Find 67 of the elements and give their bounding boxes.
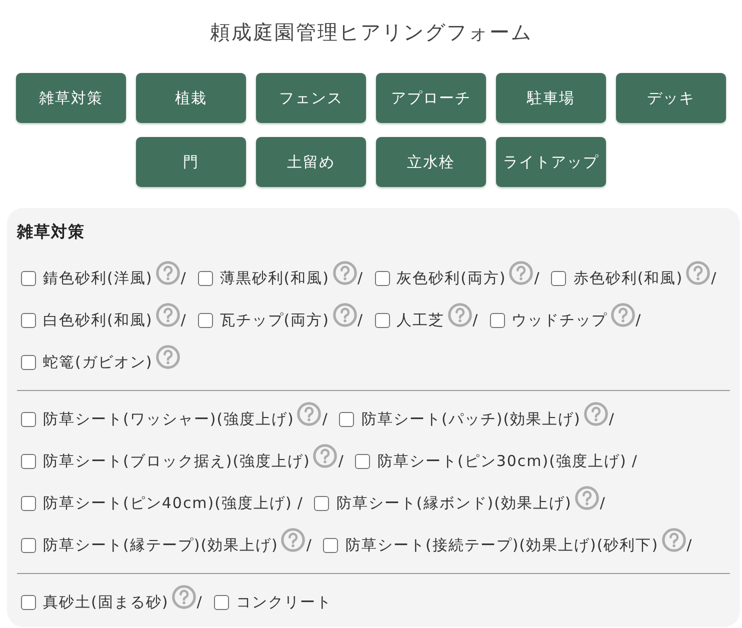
option-label: 防草シート(ワッシャー)(強度上げ) [43, 410, 294, 428]
category-button[interactable]: ライトアップ [496, 137, 606, 187]
option-label: 人工芝 [396, 310, 445, 330]
category-button[interactable]: 立水栓 [376, 137, 486, 187]
category-button[interactable]: 土留め [256, 137, 366, 187]
checkbox[interactable] [21, 496, 36, 510]
option-label: 防草シート(ピン30cm)(強度上げ) [377, 452, 627, 470]
slash-separator: / [180, 311, 186, 329]
checkbox[interactable] [198, 312, 213, 328]
option-label: 真砂土(固まる砂) [43, 592, 169, 612]
slash-separator: / [534, 269, 540, 287]
slash-separator: / [600, 494, 605, 512]
checkbox[interactable] [551, 270, 566, 286]
option-label: 防草シート(縁ボンド)(効果上げ) [336, 494, 572, 512]
slash-separator: / [180, 269, 186, 287]
category-button[interactable]: 植栽 [136, 73, 246, 123]
slash-separator: / [196, 593, 202, 611]
slash-separator: / [636, 311, 641, 329]
page-title: 頼成庭園管理ヒアリングフォーム [208, 19, 534, 46]
slash-separator: / [711, 269, 716, 287]
option-label: 灰色砂利(両方) [396, 268, 506, 288]
checkbox[interactable] [490, 312, 505, 328]
option-label: 白色砂利(和風) [43, 310, 153, 330]
checkbox[interactable] [339, 412, 354, 426]
option-label: 防草シート(パッチ)(効果上げ) [361, 410, 581, 428]
slash-separator: / [358, 311, 363, 329]
checkbox[interactable] [21, 454, 36, 468]
option-label: コンクリート [236, 592, 332, 612]
option-label: 防草シート(縁テープ)(効果上げ) [43, 536, 278, 554]
option-label: 赤色砂利(和風) [573, 268, 684, 288]
checkbox[interactable] [21, 538, 36, 552]
option-label: 防草シート(ピン40cm)(強度上げ) [43, 494, 292, 512]
slash-separator: / [632, 452, 637, 470]
option-label: 蛇篭(ガビオン) [43, 352, 153, 372]
checkbox[interactable] [21, 312, 36, 328]
slash-separator: / [306, 536, 312, 554]
checkbox[interactable] [21, 594, 36, 610]
slash-separator: / [297, 494, 302, 512]
checkbox[interactable] [21, 354, 36, 370]
slash-separator: / [608, 410, 614, 428]
checkbox[interactable] [21, 270, 36, 286]
slash-separator: / [472, 311, 478, 329]
checkbox[interactable] [21, 412, 36, 426]
category-button[interactable]: 雑草対策 [16, 73, 126, 123]
category-button[interactable]: 駐車場 [496, 73, 606, 123]
checkbox[interactable] [214, 594, 229, 610]
category-button[interactable]: アプローチ [376, 73, 486, 123]
option-label: ウッドチップ [512, 310, 608, 330]
checkbox[interactable] [198, 270, 213, 286]
checkbox[interactable] [374, 312, 390, 328]
slash-separator: / [686, 536, 692, 554]
checkbox[interactable] [314, 496, 330, 510]
option-label: 防草シート(ブロック据え)(強度上げ) [43, 452, 310, 470]
checkbox[interactable] [323, 538, 338, 552]
option-label: 錆色砂利(洋風) [43, 268, 153, 288]
category-button[interactable]: デッキ [616, 73, 726, 123]
slash-separator: / [358, 269, 363, 287]
option-label: 瓦チップ(両方) [220, 310, 330, 330]
category-button[interactable]: 門 [136, 137, 246, 187]
category-button[interactable]: フェンス [256, 73, 366, 123]
checkbox[interactable] [355, 454, 370, 468]
option-label: 防草シート(接続テープ)(効果上げ)(砂利下) [345, 536, 659, 554]
checkbox[interactable] [374, 270, 390, 286]
option-label: 薄黒砂利(和風) [220, 268, 330, 288]
section-heading: 雑草対策 [17, 222, 86, 242]
slash-separator: / [338, 452, 344, 470]
slash-separator: / [322, 410, 328, 428]
